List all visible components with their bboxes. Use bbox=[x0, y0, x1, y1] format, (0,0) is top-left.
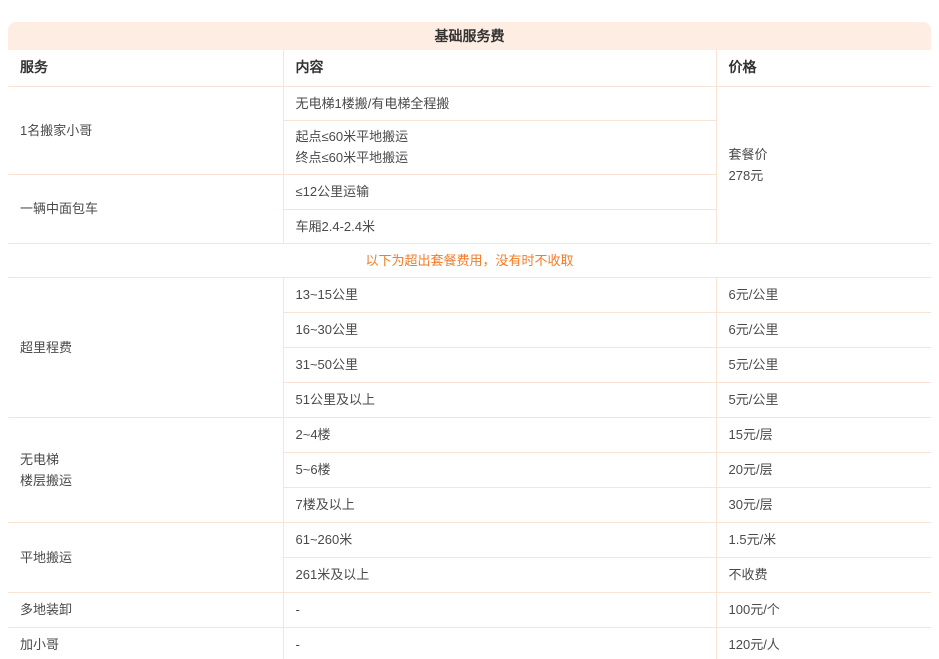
table-title: 基础服务费 bbox=[8, 22, 931, 50]
content-cell: - bbox=[283, 592, 716, 627]
content-line: 终点≤60米平地搬运 bbox=[296, 150, 409, 165]
price-cell: 120元/人 bbox=[716, 627, 931, 659]
service-cell-stairs: 无电梯 楼层搬运 bbox=[8, 417, 283, 522]
price-cell: 30元/层 bbox=[716, 487, 931, 522]
content-cell: 31~50公里 bbox=[283, 347, 716, 382]
content-cell: 7楼及以上 bbox=[283, 487, 716, 522]
content-cell: 无电梯1楼搬/有电梯全程搬 bbox=[283, 86, 716, 120]
table-row: 1名搬家小哥 无电梯1楼搬/有电梯全程搬 套餐价 278元 bbox=[8, 86, 931, 120]
package-price-label: 套餐价 bbox=[729, 147, 768, 162]
price-cell: 6元/公里 bbox=[716, 312, 931, 347]
price-cell: 1.5元/米 bbox=[716, 522, 931, 557]
service-cell-van: 一辆中面包车 bbox=[8, 174, 283, 243]
content-cell: ≤12公里运输 bbox=[283, 174, 716, 209]
price-cell: 20元/层 bbox=[716, 452, 931, 487]
content-cell: 起点≤60米平地搬运 终点≤60米平地搬运 bbox=[283, 120, 716, 174]
service-cell-mover: 1名搬家小哥 bbox=[8, 86, 283, 174]
content-cell: 5~6楼 bbox=[283, 452, 716, 487]
service-line: 楼层搬运 bbox=[20, 473, 72, 488]
price-cell: 不收费 bbox=[716, 557, 931, 592]
table-row: 超里程费 13~15公里 6元/公里 bbox=[8, 277, 931, 312]
table-row: 加小哥 - 120元/人 bbox=[8, 627, 931, 659]
table-row: 平地搬运 61~260米 1.5元/米 bbox=[8, 522, 931, 557]
header-cell-service: 服务 bbox=[8, 50, 283, 86]
service-line: 无电梯 bbox=[20, 452, 59, 467]
service-cell-mileage: 超里程费 bbox=[8, 277, 283, 417]
content-cell: 车厢2.4-2.4米 bbox=[283, 209, 716, 243]
price-cell-package: 套餐价 278元 bbox=[716, 86, 931, 243]
service-cell-extra-mover: 加小哥 bbox=[8, 627, 283, 659]
service-cell-multi-loading: 多地装卸 bbox=[8, 592, 283, 627]
price-cell: 6元/公里 bbox=[716, 277, 931, 312]
header-row: 服务 内容 价格 bbox=[8, 50, 931, 86]
service-cell-ground: 平地搬运 bbox=[8, 522, 283, 592]
package-price-value: 278元 bbox=[729, 168, 764, 183]
content-cell: 2~4楼 bbox=[283, 417, 716, 452]
price-cell: 100元/个 bbox=[716, 592, 931, 627]
content-cell: - bbox=[283, 627, 716, 659]
table-row: 多地装卸 - 100元/个 bbox=[8, 592, 931, 627]
header-cell-content: 内容 bbox=[283, 50, 716, 86]
content-cell: 16~30公里 bbox=[283, 312, 716, 347]
content-cell: 61~260米 bbox=[283, 522, 716, 557]
price-cell: 5元/公里 bbox=[716, 347, 931, 382]
content-cell: 51公里及以上 bbox=[283, 382, 716, 417]
content-cell: 261米及以上 bbox=[283, 557, 716, 592]
notice-text: 以下为超出套餐费用，没有时不收取 bbox=[8, 243, 931, 277]
price-cell: 15元/层 bbox=[716, 417, 931, 452]
notice-row: 以下为超出套餐费用，没有时不收取 bbox=[8, 243, 931, 277]
content-cell: 13~15公里 bbox=[283, 277, 716, 312]
pricing-table: 基础服务费 服务 内容 价格 1名搬家小哥 无电梯1楼搬/有电梯全程搬 bbox=[8, 22, 931, 659]
table-row: 无电梯 楼层搬运 2~4楼 15元/层 bbox=[8, 417, 931, 452]
content-line: 起点≤60米平地搬运 bbox=[296, 129, 409, 144]
pricing-table-grid: 服务 内容 价格 1名搬家小哥 无电梯1楼搬/有电梯全程搬 套餐价 278元 bbox=[8, 50, 931, 659]
price-cell: 5元/公里 bbox=[716, 382, 931, 417]
page: 基础服务费 服务 内容 价格 1名搬家小哥 无电梯1楼搬/有电梯全程搬 bbox=[0, 0, 939, 659]
header-cell-price: 价格 bbox=[716, 50, 931, 86]
